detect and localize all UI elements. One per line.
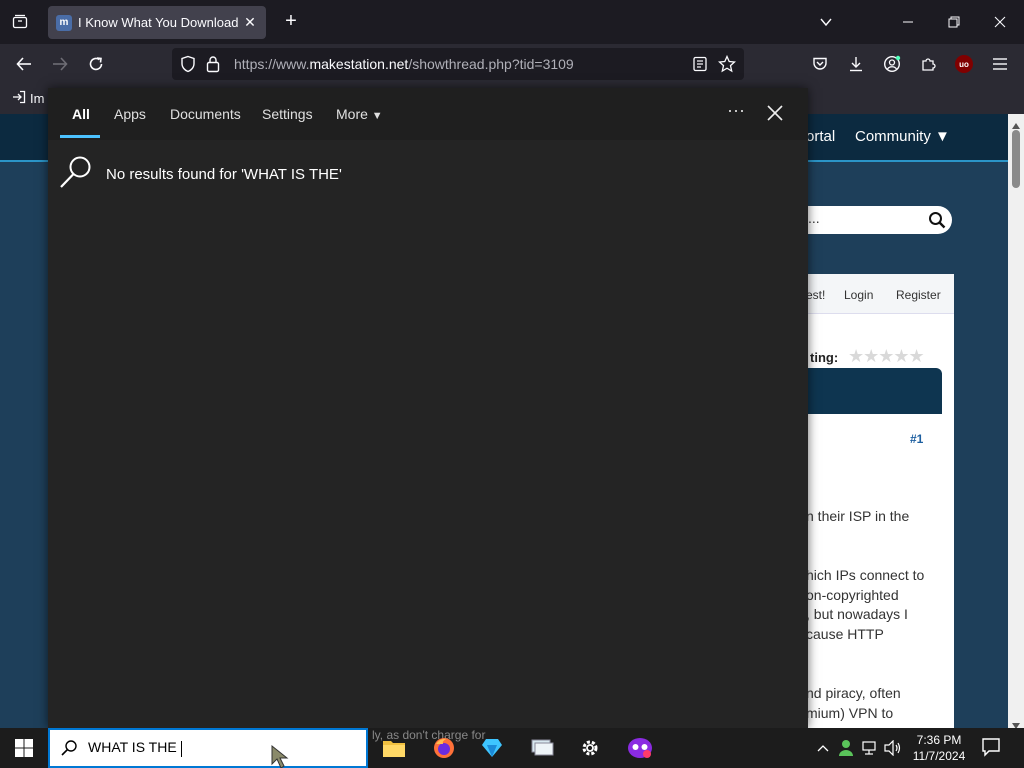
- windows-search-flyout: All Apps Documents Settings More ▼ ··· N…: [48, 88, 808, 728]
- bookmark-star-icon[interactable]: [717, 54, 737, 78]
- restore-icon[interactable]: [944, 10, 964, 34]
- post-text-line: hich IPs connect to: [806, 567, 925, 583]
- rating-stars[interactable]: ★★★★★: [848, 346, 925, 367]
- scroll-up-icon[interactable]: [1012, 116, 1020, 134]
- scrollbar-thumb[interactable]: [1012, 130, 1020, 188]
- account-icon[interactable]: [880, 52, 904, 76]
- close-window-icon[interactable]: [990, 10, 1010, 34]
- page-scrollbar[interactable]: [1008, 114, 1024, 729]
- search-icon: [58, 154, 94, 195]
- settings-gear-icon[interactable]: [576, 734, 604, 762]
- search-icon: [60, 739, 78, 757]
- extensions-icon[interactable]: [916, 52, 940, 76]
- taskbar-search-input[interactable]: WHAT IS THE: [48, 728, 368, 768]
- caret-down-icon: ▼: [371, 110, 383, 122]
- tab-settings[interactable]: Settings: [262, 106, 313, 122]
- notification-center-icon[interactable]: [980, 736, 1004, 760]
- gem-app-icon[interactable]: [478, 734, 506, 762]
- url-text: https://www.makestation.net/showthread.p…: [234, 56, 574, 72]
- tab-all[interactable]: All: [72, 106, 90, 122]
- no-results-row: No results found for 'WHAT IS THE': [58, 154, 342, 195]
- minimize-icon[interactable]: [898, 10, 918, 34]
- login-link[interactable]: Login: [844, 288, 873, 302]
- downloads-icon[interactable]: [844, 52, 868, 76]
- post-number-link[interactable]: #1: [910, 432, 923, 446]
- forward-arrow-icon[interactable]: [48, 52, 72, 76]
- post-text-line: , but nowadays I: [806, 606, 908, 622]
- ublock-badge: uo: [955, 55, 973, 73]
- close-icon[interactable]: [764, 102, 786, 124]
- user-status-icon[interactable]: [836, 738, 856, 758]
- reader-view-icon[interactable]: [692, 56, 708, 77]
- shield-icon[interactable]: [180, 55, 196, 78]
- register-link[interactable]: Register: [896, 288, 941, 302]
- url-prefix: https://www.: [234, 56, 310, 72]
- firefox-icon[interactable]: [430, 734, 458, 762]
- post-text-line: cause HTTP: [806, 626, 884, 642]
- chevron-up-icon[interactable]: [813, 738, 833, 758]
- post-text-line: on-copyrighted: [806, 587, 899, 603]
- post-text-line: nd piracy, often: [806, 685, 901, 701]
- tab-more[interactable]: More ▼: [336, 106, 383, 122]
- site-favicon-icon: m: [56, 14, 72, 31]
- bookmark-import[interactable]: Im: [12, 90, 44, 107]
- url-bar[interactable]: https://www.makestation.net/showthread.p…: [172, 48, 744, 80]
- list-all-tabs-icon[interactable]: [8, 10, 32, 34]
- ublock-origin-icon[interactable]: uo: [952, 52, 976, 76]
- post-text-line: mium) VPN to: [806, 705, 894, 721]
- tab-title: I Know What You Download...: [78, 15, 238, 30]
- cursor-icon: [270, 744, 290, 768]
- url-path: /showthread.php?tid=3109: [408, 56, 574, 72]
- pocket-icon[interactable]: [808, 52, 832, 76]
- network-icon[interactable]: [860, 738, 880, 758]
- guest-link[interactable]: est!: [806, 288, 825, 302]
- chevron-down-icon[interactable]: [816, 10, 836, 34]
- network-app-icon[interactable]: [528, 734, 556, 762]
- reload-icon[interactable]: [84, 52, 108, 76]
- taskbar: WHAT IS THE ly, as don't charge for 7:36…: [0, 728, 1024, 768]
- system-clock[interactable]: 7:36 PM 11/7/2024: [904, 732, 974, 764]
- site-search-placeholder: ...: [808, 210, 820, 226]
- lock-icon[interactable]: [206, 55, 220, 78]
- volume-icon[interactable]: [883, 738, 903, 758]
- browser-tab[interactable]: m I Know What You Download... ✕: [48, 6, 266, 39]
- tab-more-label: More: [336, 106, 368, 122]
- clock-date: 11/7/2024: [912, 749, 966, 763]
- windows-start-icon[interactable]: [0, 728, 48, 768]
- navigation-toolbar: https://www.makestation.net/showthread.p…: [0, 44, 1024, 84]
- search-filter-tabs: All Apps Documents Settings More ▼ ···: [48, 88, 808, 140]
- tab-apps[interactable]: Apps: [114, 106, 146, 122]
- post-text-line: n their ISP in the: [806, 508, 910, 524]
- active-tab-indicator: [60, 135, 100, 138]
- search-query-text: WHAT IS THE: [88, 739, 182, 757]
- url-domain: makestation.net: [309, 56, 409, 72]
- bookmark-label: Im: [30, 91, 45, 106]
- more-options-icon[interactable]: ···: [724, 100, 748, 121]
- file-explorer-icon[interactable]: [380, 734, 408, 762]
- tab-bar: m I Know What You Download... ✕ +: [0, 0, 1024, 44]
- search-icon[interactable]: [928, 211, 946, 234]
- hamburger-menu-icon[interactable]: [988, 52, 1012, 76]
- tab-close-icon[interactable]: ✕: [242, 14, 258, 31]
- mask-app-icon[interactable]: [626, 734, 654, 762]
- text-caret: [180, 740, 182, 757]
- new-tab-button[interactable]: +: [280, 10, 302, 32]
- no-results-message: No results found for 'WHAT IS THE': [106, 166, 342, 183]
- nav-community[interactable]: Community ▼: [855, 128, 950, 145]
- import-icon: [12, 90, 26, 107]
- thread-rating-label: ting:: [810, 350, 839, 365]
- back-arrow-icon[interactable]: [12, 52, 36, 76]
- tab-documents[interactable]: Documents: [170, 106, 241, 122]
- clock-time: 7:36 PM: [916, 733, 962, 747]
- nav-portal[interactable]: ortal: [806, 128, 835, 145]
- search-query-value: WHAT IS THE: [88, 739, 177, 756]
